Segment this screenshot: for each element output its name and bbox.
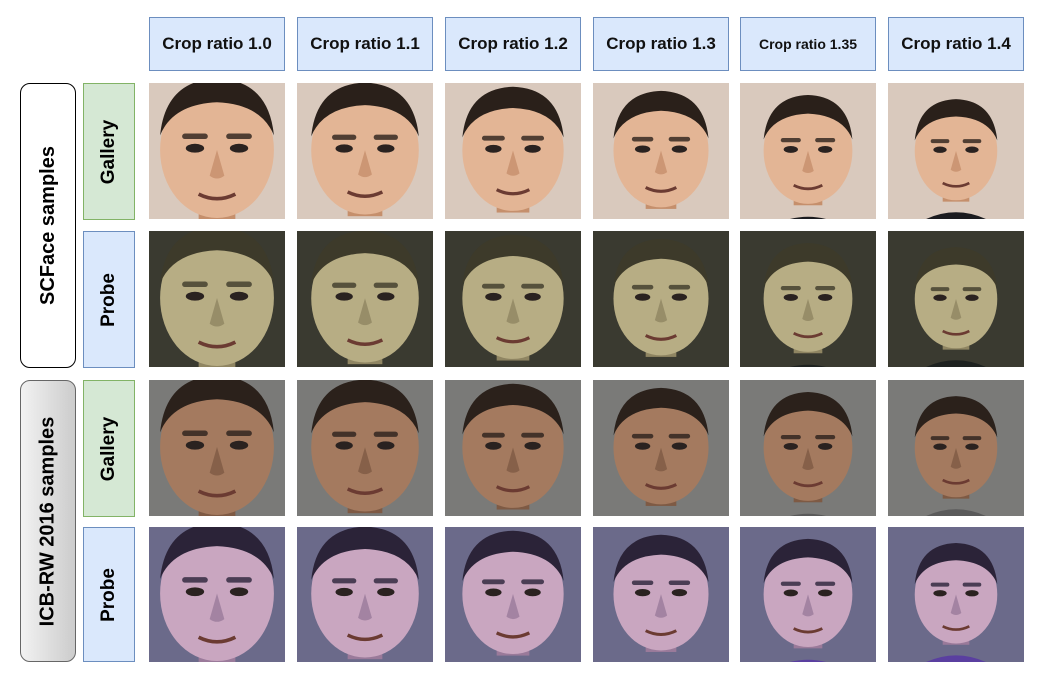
row-label-scface-probe: Probe bbox=[83, 231, 135, 368]
row-label-text: Probe bbox=[98, 272, 120, 327]
group-label-scface: SCFace samples bbox=[20, 83, 76, 368]
column-header-2: Crop ratio 1.1 bbox=[297, 17, 433, 71]
face-gallery-scface bbox=[740, 83, 876, 219]
face-probe-icbrw bbox=[593, 527, 729, 662]
face-gallery-icbrw bbox=[740, 380, 876, 516]
face-gallery-icbrw bbox=[297, 380, 433, 516]
group-label-scface-text: SCFace samples bbox=[36, 146, 59, 305]
face-probe-scface bbox=[888, 231, 1024, 367]
face-probe-scface bbox=[445, 231, 581, 367]
face-probe-icbrw bbox=[297, 527, 433, 662]
row-label-text: Gallery bbox=[98, 416, 119, 481]
face-probe-icbrw bbox=[445, 527, 581, 662]
face-gallery-icbrw bbox=[593, 380, 729, 516]
column-header-4: Crop ratio 1.3 bbox=[593, 17, 729, 71]
face-probe-scface bbox=[740, 231, 876, 367]
group-label-icbrw: ICB-RW 2016 samples bbox=[20, 380, 76, 662]
column-header-3: Crop ratio 1.2 bbox=[445, 17, 581, 71]
row-label-icbrw-gallery: Gallery bbox=[83, 380, 135, 517]
face-probe-scface bbox=[149, 231, 285, 367]
face-probe-scface bbox=[593, 231, 729, 367]
row-label-scface-gallery: Gallery bbox=[83, 83, 135, 220]
face-gallery-scface bbox=[297, 83, 433, 219]
face-gallery-icbrw bbox=[149, 380, 285, 516]
column-header-1: Crop ratio 1.0 bbox=[149, 17, 285, 71]
face-probe-icbrw bbox=[740, 527, 876, 662]
row-label-text: Probe bbox=[98, 567, 120, 622]
face-probe-icbrw bbox=[149, 527, 285, 662]
face-probe-scface bbox=[297, 231, 433, 367]
face-gallery-icbrw bbox=[888, 380, 1024, 516]
face-gallery-scface bbox=[149, 83, 285, 219]
face-gallery-scface bbox=[445, 83, 581, 219]
group-label-icbrw-text: ICB-RW 2016 samples bbox=[36, 416, 59, 626]
face-probe-icbrw bbox=[888, 527, 1024, 662]
column-header-5: Crop ratio 1.35 bbox=[740, 17, 876, 71]
row-label-icbrw-probe: Probe bbox=[83, 527, 135, 662]
row-label-text: Gallery bbox=[98, 119, 119, 184]
column-header-6: Crop ratio 1.4 bbox=[888, 17, 1024, 71]
face-gallery-scface bbox=[593, 83, 729, 219]
face-gallery-scface bbox=[888, 83, 1024, 219]
face-gallery-icbrw bbox=[445, 380, 581, 516]
